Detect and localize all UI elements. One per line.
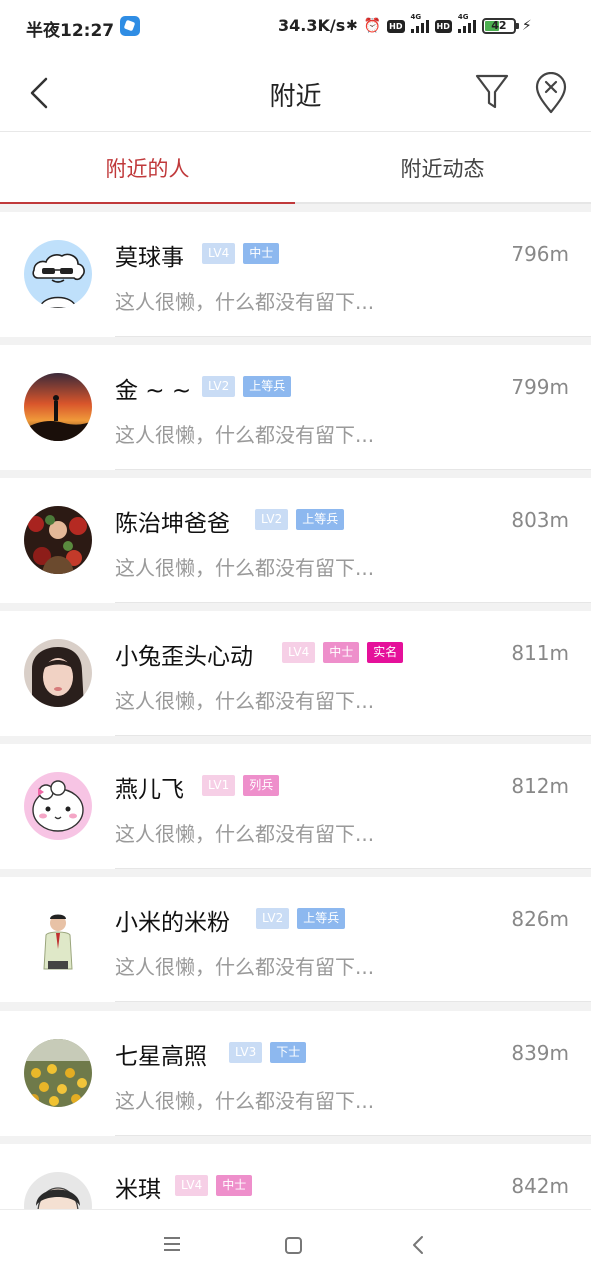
avatar <box>24 639 92 707</box>
tab-nearby-people[interactable]: 附近的人 <box>0 132 295 206</box>
level-badge: LV2 <box>202 376 236 397</box>
filter-icon[interactable] <box>474 72 510 112</box>
divider <box>115 1001 591 1002</box>
menu-icon[interactable] <box>163 1236 181 1252</box>
user-name: 燕儿飞 <box>115 777 184 803</box>
list-item[interactable]: 小米的米粉 LV2 上等兵 826m 这人很懒，什么都没有留下... <box>0 877 591 1002</box>
hd-icon: HD <box>387 19 405 33</box>
list-item[interactable]: 七星高照 LV3 下士 839m 这人很懒，什么都没有留下... <box>0 1011 591 1136</box>
distance-label: 811m <box>511 641 569 665</box>
status-bar: 半夜12:27 34.3K/s ✱ ⏰ HD 4G HD 4G 42 ⚡ <box>0 0 591 54</box>
system-nav-bar <box>0 1209 591 1280</box>
level-badge: LV2 <box>255 509 289 530</box>
distance-label: 826m <box>511 907 569 931</box>
list-item[interactable]: 燕儿飞 LV1 列兵 812m 这人很懒，什么都没有留下... <box>0 744 591 869</box>
tab-bar: 附近的人 附近动态 <box>0 132 591 206</box>
user-name: 米琪 <box>115 1177 161 1203</box>
distance-label: 803m <box>511 508 569 532</box>
badge-group: LV4 中士 <box>202 243 280 264</box>
distance-label: 799m <box>511 375 569 399</box>
tab-nearby-moments[interactable]: 附近动态 <box>295 132 590 204</box>
list-item[interactable]: 米琪 LV4 中士 842m <box>0 1144 591 1209</box>
clear-location-icon[interactable] <box>534 72 568 114</box>
signature-text: 这人很懒，什么都没有留下... <box>115 556 375 580</box>
divider <box>115 469 591 470</box>
verified-badge: 实名 <box>367 642 404 663</box>
level-badge: LV2 <box>256 908 290 929</box>
rank-badge: 中士 <box>216 1175 253 1196</box>
list-item[interactable]: 陈治坤爸爸 LV2 上等兵 803m 这人很懒，什么都没有留下... <box>0 478 591 603</box>
list-item[interactable]: 小兔歪头心动 LV4 中士 实名 811m 这人很懒，什么都没有留下... <box>0 611 591 736</box>
level-badge: LV3 <box>229 1042 263 1063</box>
avatar <box>24 1172 92 1209</box>
rank-badge: 中士 <box>323 642 360 663</box>
rank-badge: 上等兵 <box>296 509 345 530</box>
network-speed: 34.3K/s <box>278 16 346 35</box>
app-notification-icon <box>120 16 140 36</box>
distance-label: 812m <box>511 774 569 798</box>
badge-group: LV1 列兵 <box>202 775 280 796</box>
avatar <box>24 772 92 840</box>
rank-badge: 下士 <box>270 1042 307 1063</box>
badge-group: LV3 下士 <box>229 1042 307 1063</box>
avatar <box>24 240 92 308</box>
signal-4g-icon: 4G <box>410 13 429 33</box>
user-name: 陈治坤爸爸 <box>115 511 230 537</box>
alarm-icon: ⏰ <box>363 18 382 34</box>
list-item[interactable]: 金 ~ ~ LV2 上等兵 799m 这人很懒，什么都没有留下... <box>0 345 591 470</box>
user-name: 小米的米粉 <box>115 910 230 936</box>
level-badge: LV1 <box>202 775 236 796</box>
distance-label: 839m <box>511 1041 569 1065</box>
badge-group: LV2 上等兵 <box>255 509 345 530</box>
back-icon[interactable] <box>410 1235 426 1255</box>
header-bar: 附近 <box>0 54 591 132</box>
rank-badge: 上等兵 <box>243 376 292 397</box>
distance-label: 842m <box>511 1174 569 1198</box>
badge-group: LV4 中士 <box>175 1175 253 1196</box>
signature-text: 这人很懒，什么都没有留下... <box>115 955 375 979</box>
signal-4g-icon: 4G <box>457 13 476 33</box>
signature-text: 这人很懒，什么都没有留下... <box>115 290 375 314</box>
avatar <box>24 905 92 973</box>
badge-group: LV4 中士 实名 <box>282 642 404 663</box>
avatar <box>24 373 92 441</box>
rank-badge: 列兵 <box>243 775 280 796</box>
divider <box>115 336 591 337</box>
status-time: 半夜12:27 <box>26 21 115 41</box>
divider <box>115 735 591 736</box>
rank-badge: 上等兵 <box>297 908 346 929</box>
user-name: 莫球事 <box>115 245 184 271</box>
rank-badge: 中士 <box>243 243 280 264</box>
hd-icon: HD <box>434 19 452 33</box>
people-list: 莫球事 LV4 中士 796m 这人很懒，什么都没有留下... 金 ~ ~ LV… <box>0 204 591 1209</box>
level-badge: LV4 <box>282 642 316 663</box>
divider <box>115 868 591 869</box>
divider <box>115 602 591 603</box>
signature-text: 这人很懒，什么都没有留下... <box>115 1089 375 1113</box>
badge-group: LV2 上等兵 <box>256 908 346 929</box>
signature-text: 这人很懒，什么都没有留下... <box>115 423 375 447</box>
battery-level: 42 <box>491 19 507 32</box>
avatar <box>24 1039 92 1107</box>
signature-text: 这人很懒，什么都没有留下... <box>115 822 375 846</box>
level-badge: LV4 <box>175 1175 209 1196</box>
bluetooth-icon: ✱ <box>346 18 358 34</box>
charging-icon: ⚡ <box>521 18 532 34</box>
avatar <box>24 506 92 574</box>
level-badge: LV4 <box>202 243 236 264</box>
battery-icon: 42 <box>481 18 519 34</box>
user-name: 金 ~ ~ <box>115 378 192 404</box>
home-icon[interactable] <box>285 1237 302 1254</box>
distance-label: 796m <box>511 242 569 266</box>
user-name: 七星高照 <box>115 1044 207 1070</box>
list-item[interactable]: 莫球事 LV4 中士 796m 这人很懒，什么都没有留下... <box>0 212 591 337</box>
signature-text: 这人很懒，什么都没有留下... <box>115 689 375 713</box>
badge-group: LV2 上等兵 <box>202 376 292 397</box>
divider <box>115 1135 591 1136</box>
user-name: 小兔歪头心动 <box>115 644 253 670</box>
